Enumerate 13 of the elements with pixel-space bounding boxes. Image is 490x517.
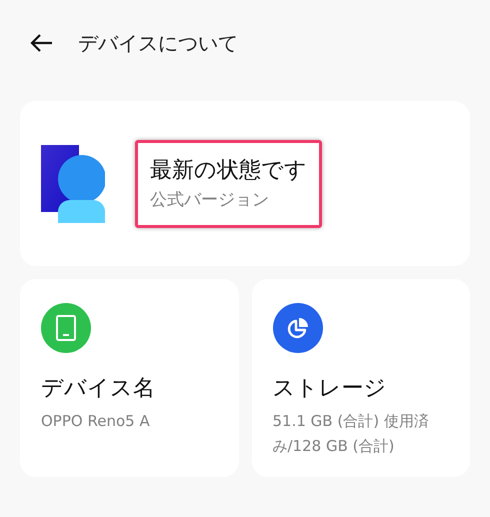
update-status: 最新の状態です — [150, 156, 307, 184]
info-card[interactable]: ストレージ 51.1 GB (合計) 使用済み/128 GB (合計) — [252, 279, 470, 477]
pie-chart-icon — [286, 317, 308, 339]
phone-icon — [55, 314, 77, 342]
card-value: 51.1 GB (合計) 使用済み/128 GB (合計) — [272, 411, 430, 457]
version-label: 公式バージョン — [150, 188, 270, 212]
info-card[interactable]: デバイス名 OPPO Reno5 A — [20, 279, 238, 477]
back-arrow-icon — [29, 33, 53, 53]
card-title: デバイス名 — [41, 375, 156, 403]
page-title: デバイスについて — [78, 30, 238, 57]
os-logo-icon — [41, 144, 105, 222]
card-title: ストレージ — [272, 375, 388, 403]
card-value: OPPO Reno5 A — [41, 411, 151, 432]
